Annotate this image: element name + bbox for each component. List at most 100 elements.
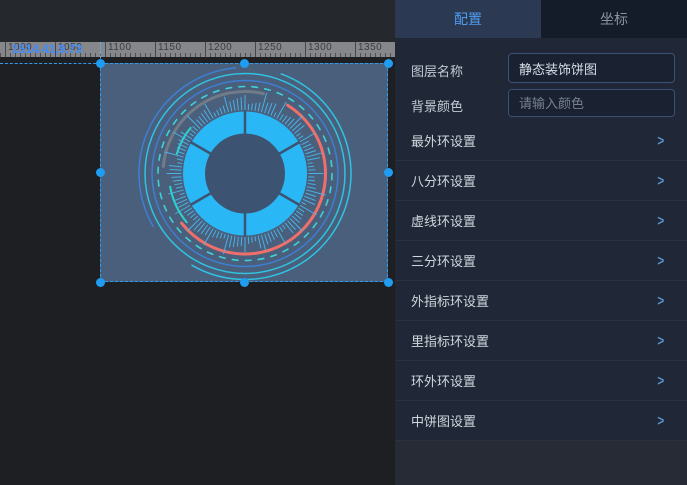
ruler-tick-minor (370, 53, 371, 57)
ruler-tick-major (5, 42, 6, 57)
background-color-label: 背景颜色 (411, 96, 463, 115)
section-row-6[interactable]: 环外环设置> (395, 361, 687, 401)
ruler-label: 1300 (308, 42, 332, 53)
panel-content: 图层名称 背景颜色 最外环设置>八分环设置>虚线环设置>三分环设置>外指标环设置… (395, 38, 687, 441)
resize-handle[interactable] (96, 278, 105, 287)
ruler-tick-minor (385, 53, 386, 57)
ruler-tick-major (305, 42, 306, 57)
canvas-top-strip (0, 0, 395, 42)
ruler-tick-minor (195, 53, 196, 57)
ruler-tick-minor (135, 53, 136, 57)
section-label: 虚线环设置 (411, 211, 476, 230)
section-row-3[interactable]: 三分环设置 > (395, 241, 687, 281)
ruler-tick-minor (140, 53, 141, 57)
ruler-tick-minor (240, 53, 241, 57)
selected-widget[interactable] (100, 63, 388, 282)
ruler-label: 1350 (358, 42, 382, 53)
ruler-tick-minor (320, 53, 321, 57)
horizontal-ruler: 10001050110011501200125013001350 1514.41… (0, 42, 395, 57)
section-row-4[interactable]: 外指标环设置 > (395, 281, 687, 321)
ruler-tick-minor (230, 53, 231, 57)
ruler-tick-minor (160, 53, 161, 57)
ruler-tick-major (355, 42, 356, 57)
ruler-tick-minor (175, 53, 176, 57)
ruler-tick-minor (235, 53, 236, 57)
ruler-tick-minor (315, 53, 316, 57)
resize-handle[interactable] (240, 278, 249, 287)
ruler-tick-minor (170, 53, 171, 57)
section-label: 三分环设置 (411, 251, 476, 270)
section-label: 里指标环设置 (411, 331, 489, 350)
background-color-group (508, 89, 675, 117)
tab-config[interactable]: 配置 (395, 0, 541, 38)
section-row-2[interactable]: 虚线环设置 > (395, 201, 687, 241)
ruler-tick-minor (375, 53, 376, 57)
layer-name-input[interactable] (508, 53, 675, 83)
settings-section-list: 最外环设置>八分环设置>虚线环设置>三分环设置>外指标环设置>里指标环设置>环外… (395, 121, 687, 441)
chevron-right-icon: > (658, 332, 665, 349)
ruler-tick-major (155, 42, 156, 57)
ruler-tick-minor (10, 53, 11, 57)
ruler-tick-minor (210, 53, 211, 57)
chevron-right-icon: > (658, 292, 665, 309)
chevron-right-icon: > (658, 372, 665, 389)
resize-handle[interactable] (384, 59, 393, 68)
resize-handle[interactable] (96, 59, 105, 68)
resize-handle[interactable] (384, 278, 393, 287)
resize-handle[interactable] (96, 168, 105, 177)
chevron-right-icon: > (658, 252, 665, 269)
ruler-tick-minor (90, 53, 91, 57)
ruler-tick-minor (225, 53, 226, 57)
ruler-tick-minor (120, 53, 121, 57)
ruler-tick-minor (150, 53, 151, 57)
ruler-tick-minor (165, 53, 166, 57)
editor-canvas[interactable]: 10001050110011501200125013001350 1514.41… (0, 0, 395, 485)
config-panel: 配置坐标 图层名称 背景颜色 最外环设置>八分环设置>虚线环设置>三分环设置>外… (395, 0, 687, 485)
ruler-tick-minor (365, 53, 366, 57)
ruler-tick-minor (270, 53, 271, 57)
ruler-tick-minor (115, 53, 116, 57)
ruler-tick-minor (145, 53, 146, 57)
ruler-tick-minor (85, 53, 86, 57)
section-label: 外指标环设置 (411, 291, 489, 310)
ruler-label: 1100 (108, 42, 132, 53)
ruler-tick-major (255, 42, 256, 57)
resize-handle[interactable] (384, 168, 393, 177)
decorative-pie-widget (101, 64, 389, 283)
ruler-tick-minor (310, 53, 311, 57)
tab-coords[interactable]: 坐标 (541, 0, 687, 38)
ruler-tick-minor (190, 53, 191, 57)
ruler-tick-minor (180, 53, 181, 57)
ruler-tick-minor (220, 53, 221, 57)
section-row-7[interactable]: 中饼图设置 > (395, 401, 687, 441)
ruler-tick-minor (215, 53, 216, 57)
ruler-tick-minor (250, 53, 251, 57)
ruler-label: 1250 (258, 42, 282, 53)
ruler-tick-major (205, 42, 206, 57)
chevron-right-icon: > (658, 412, 665, 429)
ruler-tick-minor (345, 53, 346, 57)
resize-handle[interactable] (240, 59, 249, 68)
ruler-tick-major (105, 42, 106, 57)
section-row-0[interactable]: 最外环设置> (395, 121, 687, 161)
ruler-tick-minor (380, 53, 381, 57)
ruler-tick-minor (360, 53, 361, 57)
selection-guide-horizontal (0, 63, 101, 64)
ruler-tick-minor (245, 53, 246, 57)
section-row-5[interactable]: 里指标环设置 > (395, 321, 687, 361)
chevron-right-icon: > (658, 172, 665, 189)
ruler-tick-minor (295, 53, 296, 57)
chevron-right-icon: > (658, 212, 665, 229)
ruler-tick-minor (0, 53, 1, 57)
background-color-input[interactable] (509, 90, 675, 116)
ruler-tick-minor (285, 53, 286, 57)
section-label: 中饼图设置 (411, 411, 476, 430)
ruler-tick-minor (185, 53, 186, 57)
layer-name-label: 图层名称 (411, 61, 463, 80)
ruler-tick-minor (110, 53, 111, 57)
ruler-label: 1150 (158, 42, 182, 53)
ruler-tick-minor (325, 53, 326, 57)
ruler-tick-minor (130, 53, 131, 57)
cursor-coordinates-readout: 1514.41,9.73 (12, 42, 82, 56)
section-row-1[interactable]: 八分环设置> (395, 161, 687, 201)
